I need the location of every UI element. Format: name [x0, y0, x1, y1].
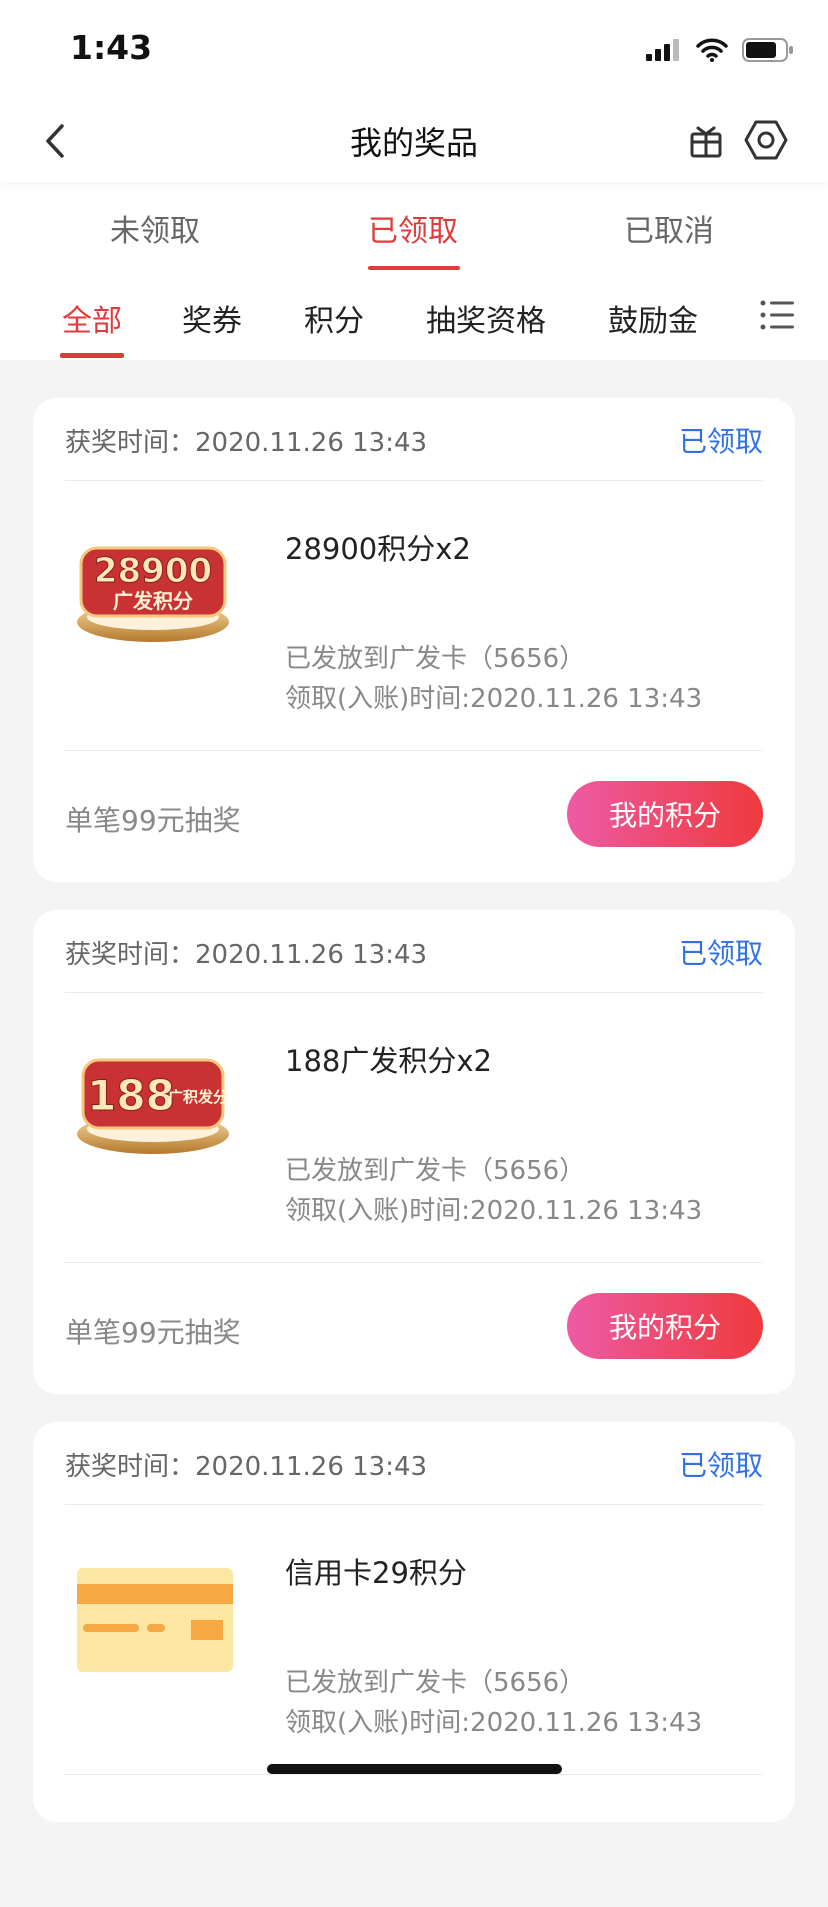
- prize-image-label: 广发积分: [113, 589, 193, 613]
- win-time: 获奖时间：2020.11.26 13:43: [65, 428, 428, 458]
- prize-delivery: 已发放到广发卡（5656）: [285, 1156, 586, 1186]
- my-points-button[interactable]: 我的积分: [567, 781, 763, 847]
- win-time: 获奖时间：2020.11.26 13:43: [65, 1452, 428, 1482]
- status-bar: 1:43: [0, 0, 828, 100]
- prize-image-label: 广积发分: [168, 1088, 228, 1106]
- prize-image-number: 28900: [94, 551, 212, 591]
- status-time: 1:43: [70, 28, 153, 67]
- battery-icon: [742, 38, 793, 62]
- tab-coupons[interactable]: 奖券: [182, 296, 242, 340]
- settings-hexagon-icon: [744, 120, 788, 160]
- prize-name: 188广发积分x2: [285, 1044, 492, 1078]
- promo-text: 单笔99元抽奖: [65, 804, 241, 837]
- cellular-signal-icon: [646, 39, 679, 61]
- prize-name: 28900积分x2: [285, 532, 471, 566]
- settings-button[interactable]: [744, 118, 788, 162]
- prize-delivery: 已发放到广发卡（5656）: [285, 1668, 586, 1698]
- prize-received-time: 领取(入账)时间:2020.11.26 13:43: [285, 1196, 703, 1226]
- my-points-button[interactable]: 我的积分: [567, 1293, 763, 1359]
- prize-received-time: 领取(入账)时间:2020.11.26 13:43: [285, 684, 703, 714]
- card-footer: 单笔99元抽奖 我的积分: [65, 1262, 763, 1395]
- tab-cancelled[interactable]: 已取消: [624, 206, 714, 250]
- prize-card[interactable]: 获奖时间：2020.11.26 13:43 已领取 28900 广发积分 289…: [33, 398, 795, 882]
- promo-text: 单笔99元抽奖: [65, 1316, 241, 1349]
- category-tabs: 全部 奖券 积分 抽奖资格 鼓励金: [0, 272, 828, 360]
- tab-unclaimed[interactable]: 未领取: [110, 206, 200, 250]
- active-category-indicator: [60, 353, 124, 358]
- list-menu-icon: [760, 300, 794, 330]
- tab-claimed[interactable]: 已领取: [368, 206, 458, 250]
- category-menu-button[interactable]: [760, 300, 794, 330]
- prize-image-188-points: 188 广积发分: [73, 1038, 233, 1162]
- card-header: 获奖时间：2020.11.26 13:43 已领取: [65, 1422, 763, 1505]
- prize-name: 信用卡29积分: [285, 1556, 467, 1590]
- card-footer: [65, 1774, 763, 1907]
- tab-lottery-eligibility[interactable]: 抽奖资格: [426, 296, 546, 340]
- prize-card[interactable]: 获奖时间：2020.11.26 13:43 已领取 188 广积发分 188广发…: [33, 910, 795, 1394]
- prize-delivery: 已发放到广发卡（5656）: [285, 644, 586, 674]
- prize-card[interactable]: 获奖时间：2020.11.26 13:43 已领取 信用卡29积分 已发放到广发…: [33, 1422, 795, 1822]
- active-tab-indicator: [368, 266, 460, 270]
- prize-image-28900-points: 28900 广发积分: [73, 526, 233, 650]
- gift-button[interactable]: [686, 120, 726, 160]
- tab-incentive-money[interactable]: 鼓励金: [608, 296, 698, 340]
- status-icons: [646, 36, 794, 64]
- header-area: 1:43 我的奖品 未领取 已领取 已取消 全部 奖券 积分 抽奖资格 鼓励金: [0, 0, 828, 360]
- tab-points[interactable]: 积分: [304, 296, 364, 340]
- gift-icon: [690, 126, 722, 158]
- wifi-icon: [696, 38, 728, 62]
- prize-image-number: 188: [87, 1071, 175, 1120]
- card-header: 获奖时间：2020.11.26 13:43 已领取: [65, 398, 763, 481]
- status-tabs: 未领取 已领取 已取消: [0, 182, 828, 272]
- win-time: 获奖时间：2020.11.26 13:43: [65, 940, 428, 970]
- tab-all[interactable]: 全部: [62, 296, 122, 340]
- prize-received-time: 领取(入账)时间:2020.11.26 13:43: [285, 1708, 703, 1738]
- claim-status: 已领取: [678, 1449, 763, 1482]
- claim-status: 已领取: [678, 425, 763, 458]
- card-header: 获奖时间：2020.11.26 13:43 已领取: [65, 910, 763, 993]
- home-indicator[interactable]: [267, 1764, 562, 1774]
- credit-card-icon: [73, 1550, 233, 1674]
- navigation-bar: 我的奖品: [0, 100, 828, 182]
- claim-status: 已领取: [678, 937, 763, 970]
- card-footer: 单笔99元抽奖 我的积分: [65, 750, 763, 883]
